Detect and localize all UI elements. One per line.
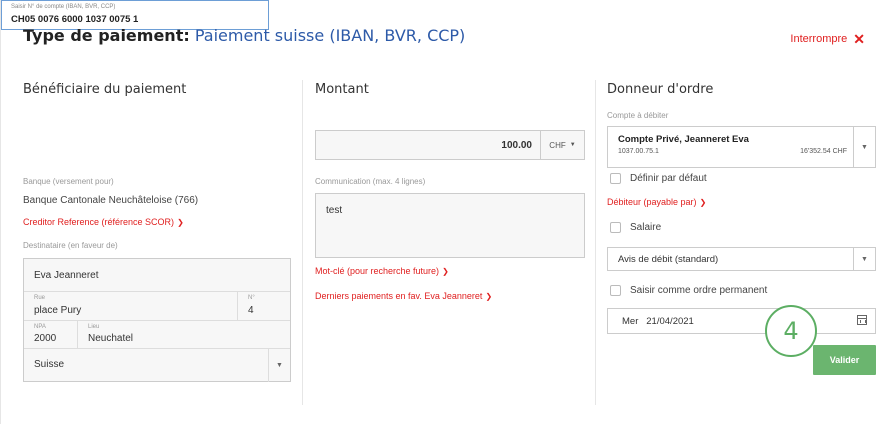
- calendar-icon[interactable]: [857, 315, 867, 325]
- payment-type: Paiement suisse (IBAN, BVR, CCP): [194, 26, 466, 45]
- account-number-placeholder: Saisir N° de compte (IBAN, BVR, CCP): [11, 4, 116, 10]
- page-title: Type de paiement: Paiement suisse (IBAN,…: [23, 26, 465, 45]
- chevron-down-icon: ❯: [485, 292, 493, 301]
- title-label: Type de paiement:: [23, 26, 190, 45]
- street-value: place Pury: [34, 305, 82, 316]
- communication-label: Communication (max. 4 lignes): [315, 177, 426, 186]
- npa-label: NPA: [34, 324, 46, 330]
- default-checkbox-label: Définir par défaut: [630, 173, 707, 184]
- default-checkbox[interactable]: [610, 173, 621, 184]
- salary-checkbox-label: Salaire: [630, 222, 662, 233]
- chevron-down-icon: ❯: [442, 267, 449, 276]
- debit-account-label: Compte à débiter: [607, 111, 669, 120]
- creditor-reference-label: Creditor Reference (référence SCOR): [23, 217, 175, 227]
- column-divider: [302, 80, 303, 405]
- city-value: Neuchatel: [88, 333, 134, 344]
- account-balance: 16'352.54 CHF: [800, 148, 847, 155]
- bank-value: Banque Cantonale Neuchâteloise (766): [23, 195, 199, 206]
- number-value: 4: [248, 305, 254, 316]
- communication-value: test: [326, 205, 343, 216]
- close-icon: ✕: [853, 31, 865, 47]
- execution-date-input[interactable]: Mer 21/04/2021: [607, 308, 876, 334]
- bank-label: Banque (versement pour): [23, 177, 114, 186]
- chevron-down-icon: ▼: [853, 248, 875, 270]
- orderer-heading: Donneur d'ordre: [607, 82, 714, 97]
- city-field[interactable]: Lieu Neuchatel: [78, 321, 292, 348]
- recipient-name-row[interactable]: Eva Jeanneret: [24, 259, 290, 292]
- street-row: Rue place Pury N° 4: [24, 292, 290, 321]
- npa-field[interactable]: NPA 2000: [24, 321, 78, 348]
- step-number-badge: 4: [765, 305, 817, 357]
- last-payments-label: Derniers paiements en fav. Eva Jeanneret: [315, 291, 483, 301]
- city-row: NPA 2000 Lieu Neuchatel: [24, 321, 290, 349]
- account-number-value: CH05 0076 6000 1037 0075 1: [11, 14, 139, 25]
- last-payments-link[interactable]: Derniers paiements en fav. Eva Jeanneret…: [315, 291, 492, 301]
- payment-form: Type de paiement: Paiement suisse (IBAN,…: [0, 0, 877, 424]
- street-label: Rue: [34, 295, 46, 301]
- amount-value: 100.00: [501, 140, 532, 151]
- npa-value: 2000: [34, 333, 57, 344]
- chevron-down-icon: ▼: [853, 127, 875, 167]
- amount-heading: Montant: [315, 82, 369, 97]
- chevron-down-icon: ▼: [268, 349, 290, 382]
- abort-label: Interrompre: [790, 33, 848, 45]
- column-divider: [595, 80, 596, 405]
- salary-checkbox[interactable]: [610, 222, 621, 233]
- currency-value: CHF: [549, 140, 566, 150]
- debtor-link[interactable]: Débiteur (payable par) ❯: [607, 197, 706, 207]
- debit-notice-select[interactable]: Avis de débit (standard) ▼: [607, 247, 876, 271]
- account-number: 1037.00.75.1: [618, 148, 659, 155]
- currency-select[interactable]: CHF ▼: [540, 131, 584, 159]
- number-label: N°: [248, 295, 255, 301]
- city-label: Lieu: [88, 324, 100, 330]
- beneficiary-heading: Bénéficiaire du paiement: [23, 82, 187, 97]
- chevron-down-icon: ▼: [569, 142, 576, 148]
- number-field[interactable]: N° 4: [238, 292, 292, 320]
- chevron-down-icon: ❯: [177, 218, 184, 227]
- country-value: Suisse: [34, 359, 65, 370]
- abort-button[interactable]: Interrompre ✕: [790, 32, 865, 46]
- standing-order-label: Saisir comme ordre permanent: [630, 285, 768, 296]
- date-value: Mer 21/04/2021: [622, 316, 694, 327]
- amount-input[interactable]: 100.00 CHF ▼: [315, 130, 585, 160]
- recipient-label: Destinataire (en faveur de): [23, 241, 118, 250]
- recipient-name: Eva Jeanneret: [34, 270, 99, 281]
- debtor-label: Débiteur (payable par): [607, 197, 697, 207]
- debit-notice-value: Avis de débit (standard): [618, 254, 719, 265]
- validate-button[interactable]: Valider: [813, 345, 876, 375]
- account-name: Compte Privé, Jeanneret Eva: [618, 134, 749, 145]
- standing-order-checkbox[interactable]: [610, 285, 621, 296]
- keyword-link[interactable]: Mot-clé (pour recherche future) ❯: [315, 266, 449, 276]
- communication-textarea[interactable]: test: [315, 193, 585, 258]
- recipient-address: Eva Jeanneret Rue place Pury N° 4 NPA 20…: [23, 258, 291, 382]
- street-field[interactable]: Rue place Pury: [24, 292, 238, 320]
- debit-account-select[interactable]: Compte Privé, Jeanneret Eva 1037.00.75.1…: [607, 126, 876, 168]
- chevron-down-icon: ❯: [699, 198, 707, 207]
- keyword-label: Mot-clé (pour recherche future): [315, 266, 440, 276]
- country-select[interactable]: Suisse ▼: [24, 349, 290, 382]
- creditor-reference-link[interactable]: Creditor Reference (référence SCOR) ❯: [23, 217, 184, 227]
